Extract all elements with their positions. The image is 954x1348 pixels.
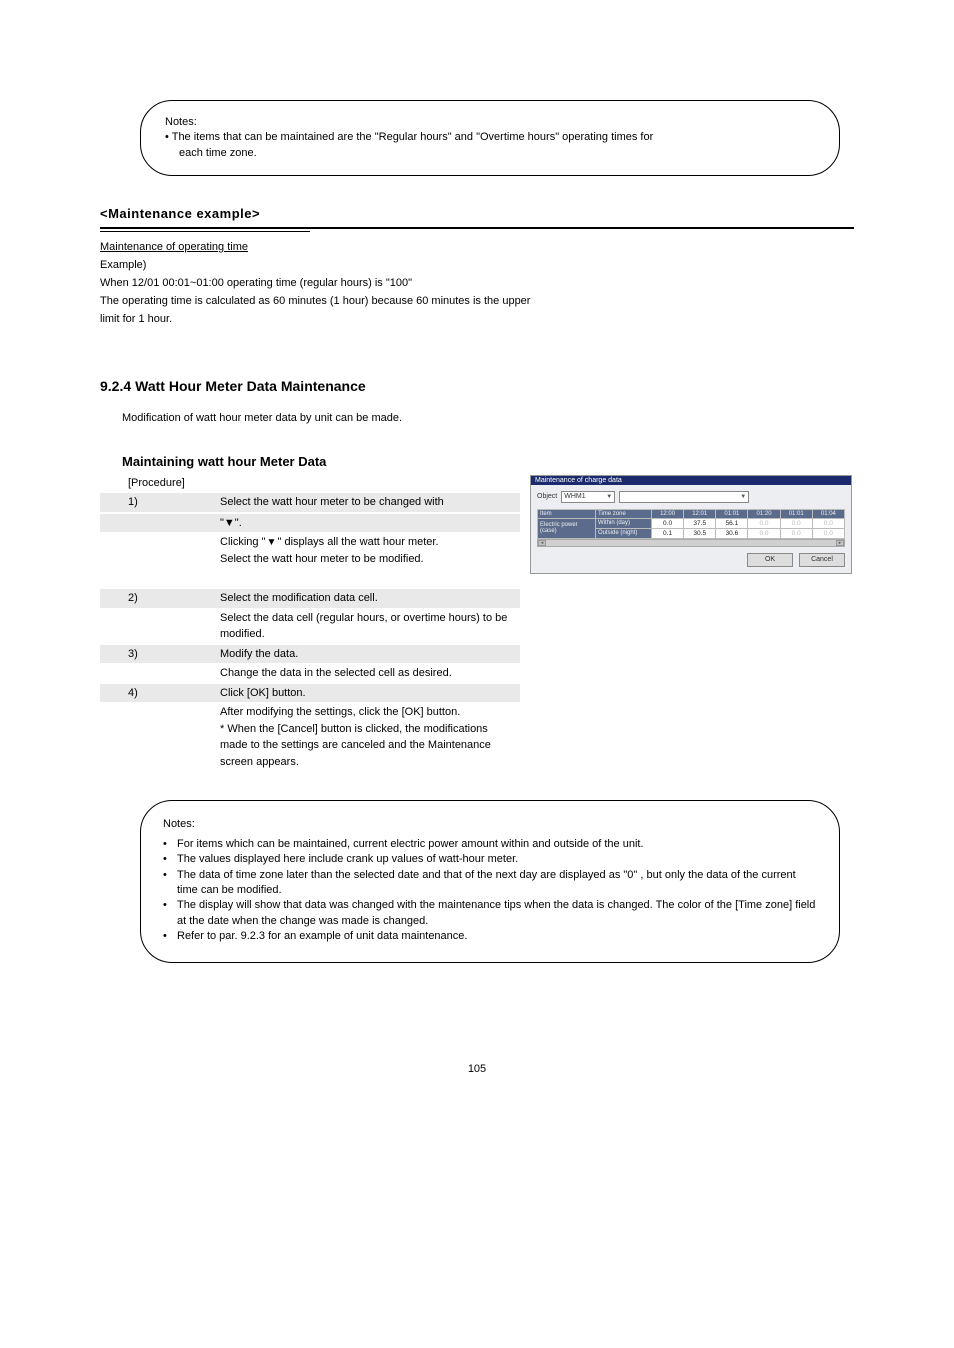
step-3-text: Modify the data. [220, 646, 520, 663]
step-4-line2: After modifying the settings, click the … [100, 704, 520, 721]
data-table: Item Time zone 12:00 12:01 01:01 01:20 0… [537, 509, 845, 539]
maintenance-example-line1: Example) [100, 258, 854, 274]
notes-heading: Notes: [165, 115, 815, 130]
data-cell[interactable]: 0.0 [780, 528, 812, 538]
col-t3: 01:20 [748, 509, 780, 518]
step-4-text: Click [OK] button. [220, 685, 520, 702]
maintenance-example-line4: limit for 1 hour. [100, 312, 854, 328]
section-heading: 9.2.4Watt Hour Meter Data Maintenance [100, 378, 854, 394]
object-select-2[interactable]: ▼ [619, 491, 749, 503]
procedure-wrap: [Procedure] 1) Select the watt hour mete… [100, 475, 854, 771]
step-4-line4: made to the settings are canceled and th… [100, 737, 520, 754]
cancel-button[interactable]: Cancel [799, 553, 845, 567]
step-2-line2: Select the data cell (regular hours, or … [100, 610, 520, 643]
section-title: Watt Hour Meter Data Maintenance [135, 378, 366, 394]
scroll-left-icon[interactable]: ◂ [538, 540, 546, 546]
separator-thick [100, 227, 854, 229]
data-cell[interactable]: 0.0 [812, 528, 844, 538]
step-3-heading: 3) Modify the data. [100, 645, 520, 664]
chevron-down-icon: ▼ [740, 494, 746, 500]
step-1-tri1: "▼". [220, 517, 242, 529]
ok-button[interactable]: OK [747, 553, 793, 567]
data-cell[interactable]: 30.6 [716, 528, 748, 538]
horizontal-scrollbar[interactable]: ◂ ▸ [537, 539, 845, 547]
step-1-text: Select the watt hour meter to be changed… [220, 494, 520, 511]
data-cell[interactable]: 0.1 [652, 528, 684, 538]
col-t2: 01:01 [716, 509, 748, 518]
col-t4: 01:01 [780, 509, 812, 518]
maintenance-example-title: Maintenance of operating time [100, 240, 854, 256]
step-1-suf: " displays all the watt hour meter. [277, 536, 438, 548]
separator-underline [100, 231, 310, 232]
col-t1: 12:01 [684, 509, 716, 518]
step-2-number: 2) [100, 590, 220, 607]
data-cell[interactable]: 0.0 [780, 518, 812, 528]
notes-item: •The values displayed here include crank… [163, 852, 817, 867]
col-t0: 12:00 [652, 509, 684, 518]
col-t5: 01:04 [812, 509, 844, 518]
notes-bottom-bubble: Notes: •For items which can be maintaine… [140, 800, 840, 963]
step-3-number: 3) [100, 646, 220, 663]
step-1-heading-cont: "▼". [100, 514, 520, 533]
page-root: Notes: • The items that can be maintaine… [0, 0, 954, 1115]
notes-heading-bottom: Notes: [163, 817, 817, 832]
notes-item: •Refer to par. 9.2.3 for an example of u… [163, 929, 817, 944]
data-cell[interactable]: 37.5 [684, 518, 716, 528]
notes-item: •The display will show that data was cha… [163, 898, 817, 929]
table-row: Electric power (case) Within (day) 0.0 3… [538, 518, 845, 528]
maintenance-example-line3: The operating time is calculated as 60 m… [100, 294, 854, 310]
notes-list: •For items which can be maintained, curr… [163, 837, 817, 945]
notes-item: •The data of time zone later than the se… [163, 868, 817, 899]
maintenance-example-block: Maintenance of operating time Example) W… [100, 240, 854, 328]
section-intro: Modification of watt hour meter data by … [122, 412, 854, 424]
step-4-number: 4) [100, 685, 220, 702]
data-cell[interactable]: 56.1 [716, 518, 748, 528]
step-4-line5: screen appears. [100, 754, 520, 771]
step-1-heading: 1) Select the watt hour meter to be chan… [100, 493, 520, 512]
scroll-right-icon[interactable]: ▸ [836, 540, 844, 546]
dropdown-icon: ▼ [265, 535, 277, 550]
data-cell[interactable]: 0.0 [748, 518, 780, 528]
chevron-down-icon: ▼ [606, 494, 612, 500]
data-cell[interactable]: 0.0 [812, 518, 844, 528]
row-left-0: Electric power (case) [538, 518, 596, 538]
maintenance-example-heading: <Maintenance example> [100, 206, 854, 221]
step-1-number: 1) [100, 494, 220, 511]
subsection-heading: Maintaining watt hour Meter Data [122, 454, 854, 469]
page-number: 105 [100, 1063, 854, 1075]
data-cell[interactable]: 30.5 [684, 528, 716, 538]
row-left2-1: Outside (night) [596, 528, 652, 538]
section-number: 9.2.4 [100, 378, 131, 394]
step-2-text: Select the modification data cell. [220, 590, 520, 607]
step-4-heading: 4) Click [OK] button. [100, 684, 520, 703]
notes-item: •For items which can be maintained, curr… [163, 837, 817, 852]
step-2-heading: 2) Select the modification data cell. [100, 589, 520, 608]
col-timezone: Time zone [596, 509, 652, 518]
dialog-screenshot: Maintenance of charge data Object WHM1▼ … [530, 475, 852, 574]
row-left2-0: Within (day) [596, 518, 652, 528]
step-1-pre: Clicking " [220, 536, 265, 548]
dialog-titlebar: Maintenance of charge data [531, 476, 851, 485]
procedure-steps: [Procedure] 1) Select the watt hour mete… [100, 475, 520, 771]
notes-top-line2: each time zone. [179, 146, 815, 161]
notes-top-line1: • The items that can be maintained are t… [165, 130, 815, 145]
procedure-label: [Procedure] [100, 475, 520, 492]
maintenance-example-line2: When 12/01 00:01~01:00 operating time (r… [100, 276, 854, 292]
step-3-line2: Change the data in the selected cell as … [100, 665, 520, 682]
object-select[interactable]: WHM1▼ [561, 491, 615, 503]
step-1-line3: Select the watt hour meter to be modifie… [100, 551, 520, 568]
step-1-line2: Clicking "▼" displays all the watt hour … [100, 534, 520, 551]
dialog-window: Maintenance of charge data Object WHM1▼ … [530, 475, 852, 574]
data-cell[interactable]: 0.0 [652, 518, 684, 528]
step-4-line3: * When the [Cancel] button is clicked, t… [100, 721, 520, 738]
data-cell[interactable]: 0.0 [748, 528, 780, 538]
notes-top-bubble: Notes: • The items that can be maintaine… [140, 100, 840, 176]
col-item: Item [538, 509, 596, 518]
object-label: Object [537, 493, 557, 500]
table-header-row: Item Time zone 12:00 12:01 01:01 01:20 0… [538, 509, 845, 518]
